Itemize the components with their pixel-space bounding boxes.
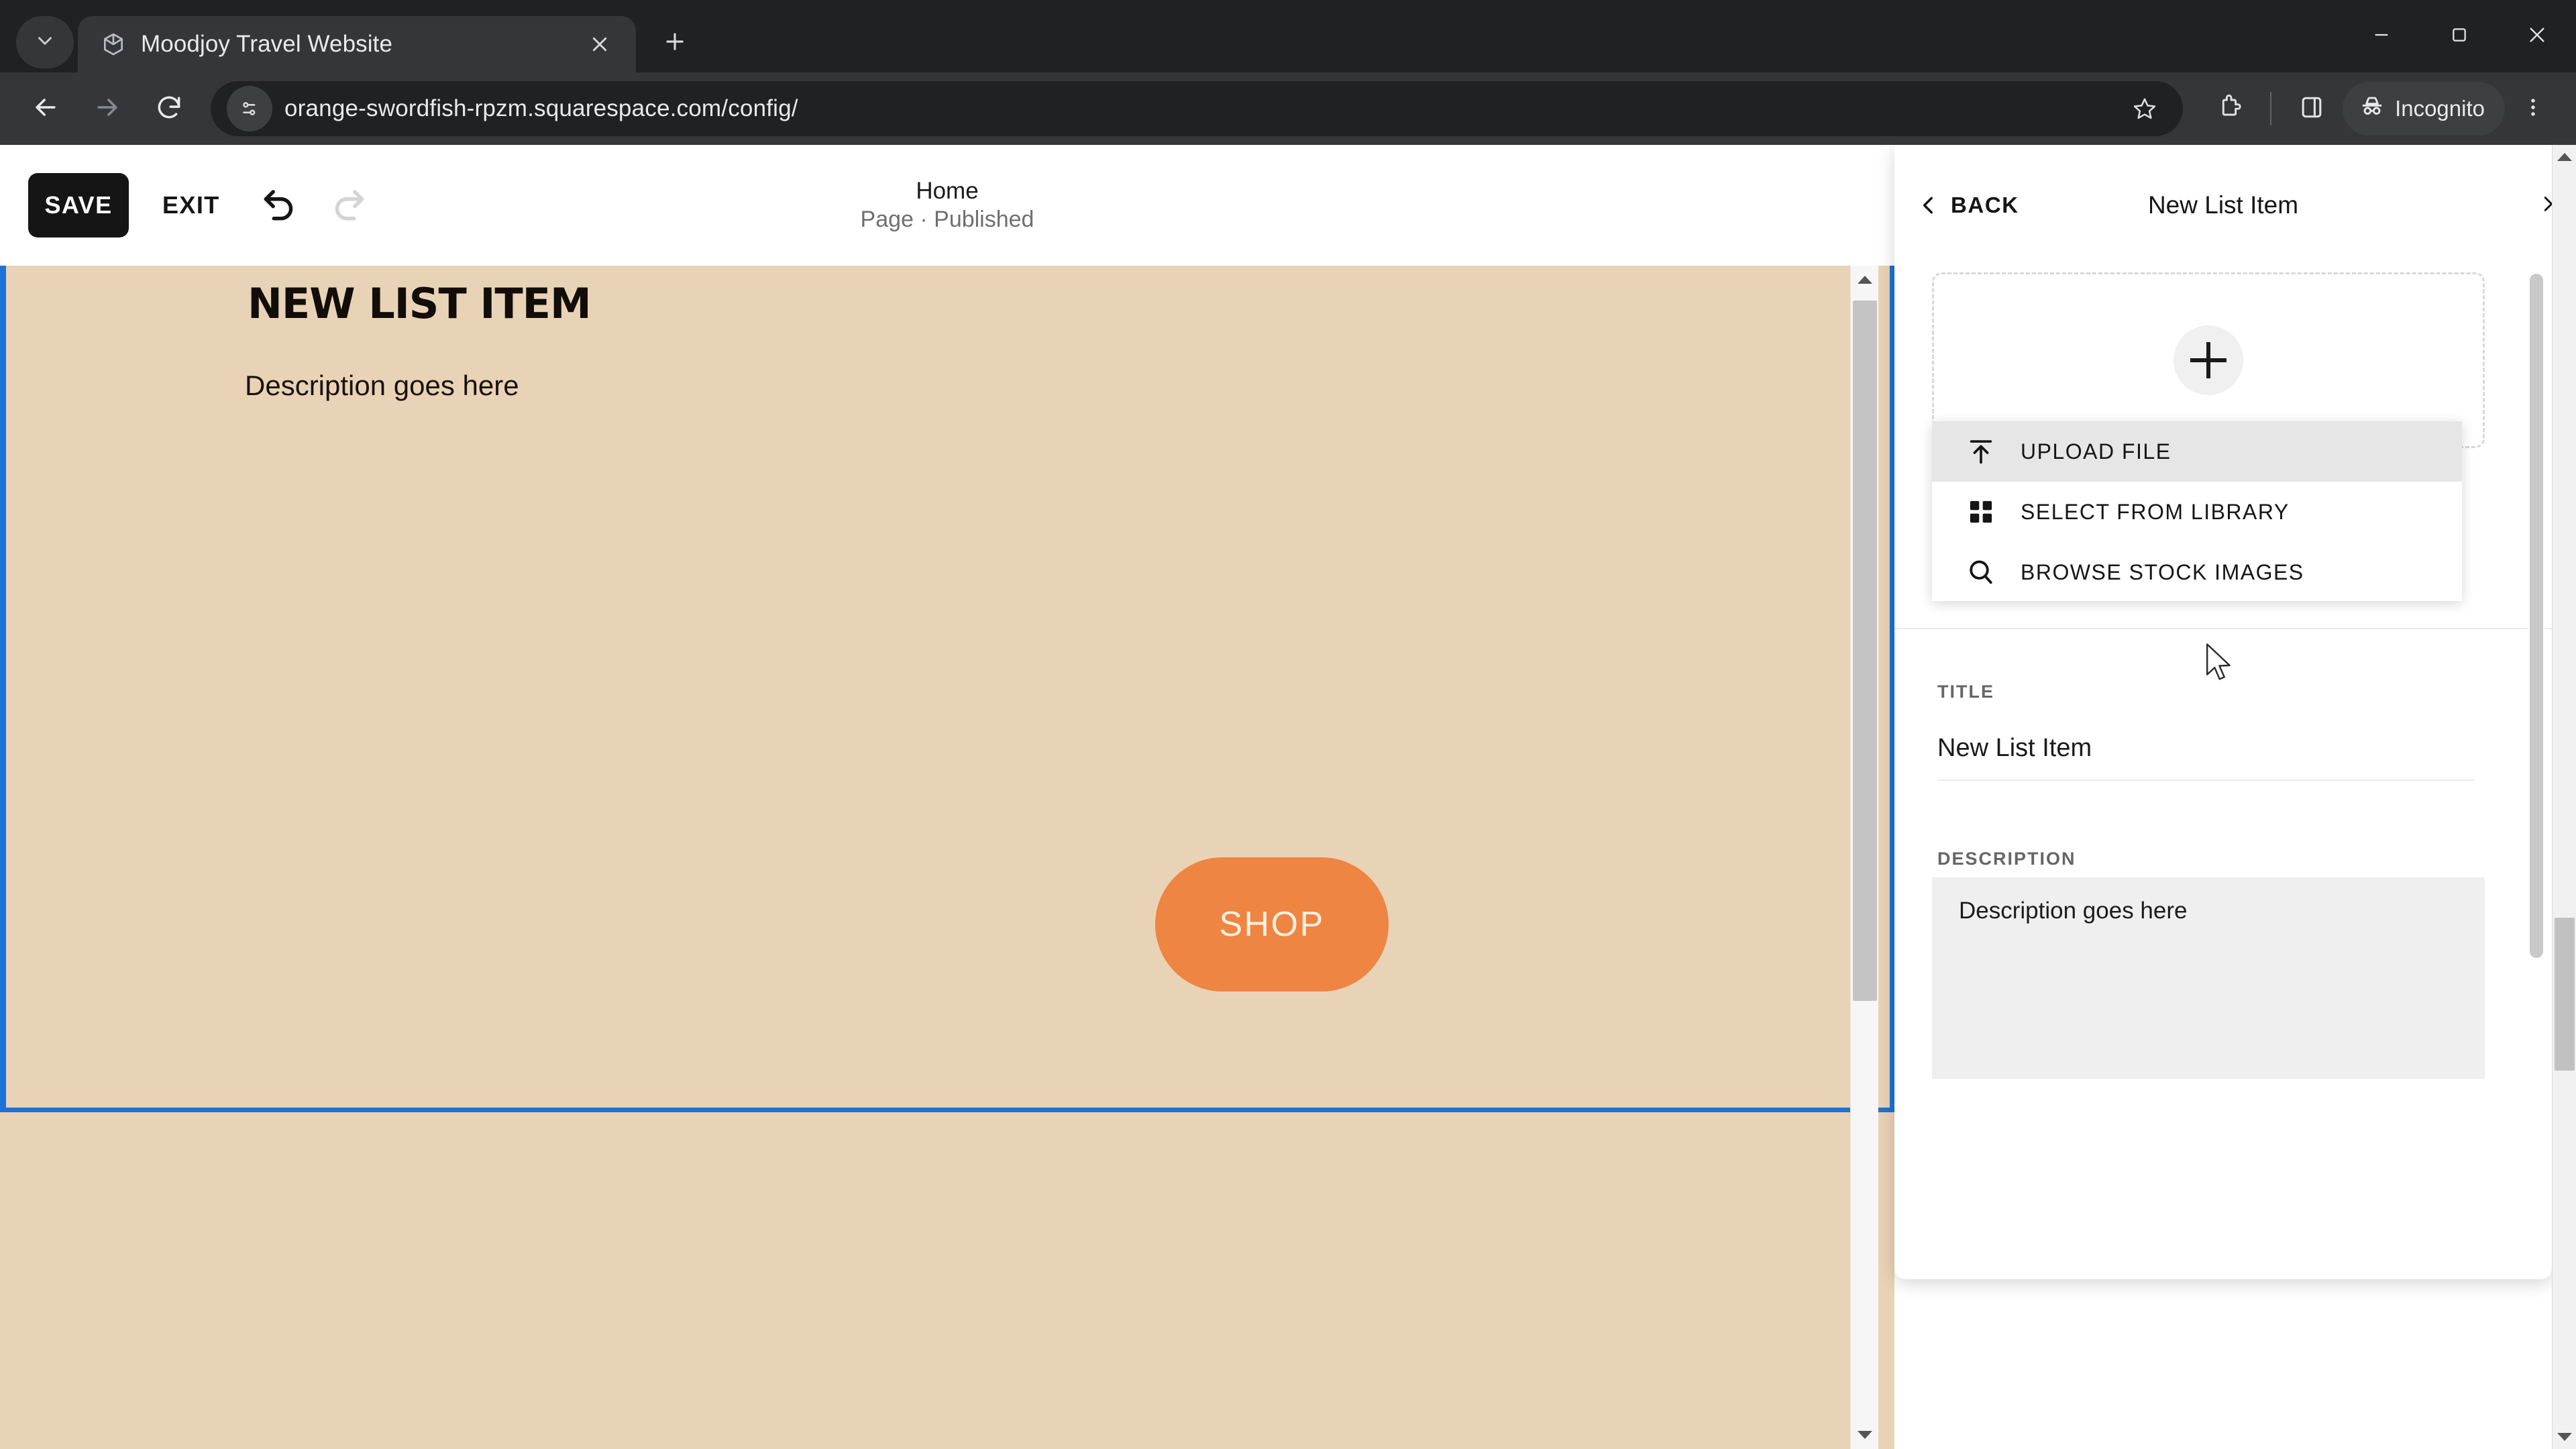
arrow-back-icon (31, 93, 60, 125)
scroll-down-arrow-icon[interactable] (2553, 1425, 2576, 1449)
chevron-left-icon (1917, 194, 1940, 217)
browser-tab[interactable]: Moodjoy Travel Website (78, 16, 636, 72)
plus-icon (662, 29, 688, 58)
redo-button[interactable] (314, 170, 384, 240)
back-button[interactable] (17, 80, 74, 137)
undo-button[interactable] (244, 170, 314, 240)
chevron-down-icon (34, 30, 56, 56)
scroll-down-arrow-icon[interactable] (1851, 1421, 1879, 1449)
site-preview-canvas[interactable]: NEW LIST ITEM Description goes here SHOP… (0, 266, 1894, 1449)
site-preview-scrollbar[interactable] (1850, 266, 1878, 1449)
shop-button[interactable]: SHOP (1155, 857, 1389, 991)
incognito-label: Incognito (2395, 96, 2485, 121)
toolbar-right-actions: Incognito (2202, 80, 2559, 137)
extensions-button[interactable] (2202, 80, 2258, 137)
panel-scrollbar[interactable] (2528, 274, 2545, 1256)
incognito-icon (2359, 93, 2385, 125)
window-close-icon (2526, 24, 2548, 49)
arrow-forward-icon (93, 93, 122, 125)
window-minimize-button[interactable] (2343, 0, 2420, 72)
incognito-indicator[interactable]: Incognito (2343, 82, 2505, 136)
browser-toolbar: orange-swordfish-rpzm.squarespace.com/co… (0, 72, 2576, 145)
url-text[interactable]: orange-swordfish-rpzm.squarespace.com/co… (284, 95, 2110, 122)
toolbar-divider (2270, 92, 2272, 125)
window-close-button[interactable] (2498, 0, 2576, 72)
tab-search-button[interactable] (16, 16, 74, 68)
browser-menu-button[interactable] (2508, 80, 2559, 137)
list-item-heading[interactable]: NEW LIST ITEM (248, 279, 592, 328)
exit-button[interactable]: EXIT (162, 191, 220, 219)
page-settings-icon[interactable] (227, 86, 272, 131)
menu-item-upload-file[interactable]: UPLOAD FILE (1932, 421, 2462, 482)
reload-icon (154, 93, 184, 125)
upload-icon (1964, 435, 1998, 468)
scroll-up-arrow-icon[interactable] (2553, 145, 2576, 169)
plus-icon[interactable] (2174, 325, 2243, 395)
menu-item-browse-stock-images[interactable]: BROWSE STOCK IMAGES (1932, 542, 2462, 602)
new-tab-button[interactable] (648, 16, 702, 70)
selection-left-edge (0, 266, 6, 1112)
save-button[interactable]: SAVE (28, 173, 129, 237)
window-controls (2343, 0, 2576, 72)
extensions-puzzle-icon (2215, 93, 2245, 125)
search-icon (1964, 555, 1998, 589)
title-input[interactable]: New List Item (1937, 716, 2474, 781)
scrollbar-thumb[interactable] (2530, 274, 2543, 958)
description-field-label: DESCRIPTION (1937, 849, 2076, 869)
back-label: BACK (1951, 192, 2019, 217)
tab-strip: Moodjoy Travel Website (0, 0, 2576, 72)
grid-library-icon (1964, 495, 1998, 529)
redo-arrow-icon (328, 183, 370, 228)
close-icon[interactable] (581, 25, 619, 63)
forward-button[interactable] (79, 80, 136, 137)
scrollbar-thumb[interactable] (1853, 301, 1877, 1001)
minimize-icon (2371, 24, 2392, 49)
page-scrollbar[interactable] (2552, 145, 2576, 1449)
list-item-description[interactable]: Description goes here (245, 370, 519, 402)
list-item-editor-panel: BACK New List Item UPLOAD FILE SELECT FR… (1894, 145, 2553, 1279)
image-source-dropdown: UPLOAD FILE SELECT FROM LIBRARY BROWSE S… (1932, 421, 2462, 601)
field-divider (1894, 628, 2552, 629)
reload-button[interactable] (141, 80, 197, 137)
scroll-up-arrow-icon[interactable] (1851, 266, 1879, 294)
side-panel-button[interactable] (2284, 80, 2340, 137)
tab-title: Moodjoy Travel Website (141, 31, 393, 57)
bookmark-star-icon[interactable] (2123, 87, 2167, 131)
menu-item-select-from-library[interactable]: SELECT FROM LIBRARY (1932, 482, 2462, 542)
panel-header: BACK New List Item (1894, 145, 2553, 266)
description-input[interactable]: Description goes here (1932, 877, 2485, 1079)
window-maximize-button[interactable] (2420, 0, 2498, 72)
maximize-icon (2449, 24, 2470, 49)
title-field-label: TITLE (1937, 682, 1994, 702)
squarespace-editor-topbar: SAVE EXIT Home Page · Published (0, 145, 1894, 266)
undo-arrow-icon (258, 183, 300, 228)
mouse-pointer-icon (2206, 643, 2235, 684)
selected-section-outline[interactable]: NEW LIST ITEM Description goes here (0, 266, 1894, 1112)
panel-body: UPLOAD FILE SELECT FROM LIBRARY BROWSE S… (1894, 266, 2552, 1279)
side-panel-icon (2297, 93, 2326, 125)
menu-item-label: BROWSE STOCK IMAGES (2021, 559, 2304, 584)
menu-item-label: UPLOAD FILE (2021, 439, 2171, 464)
three-dot-menu-icon (2522, 96, 2544, 122)
menu-item-label: SELECT FROM LIBRARY (2021, 499, 2290, 524)
address-bar[interactable]: orange-swordfish-rpzm.squarespace.com/co… (211, 81, 2184, 136)
back-button[interactable]: BACK (1917, 193, 2019, 218)
scrollbar-thumb[interactable] (2555, 918, 2575, 1071)
browser-chrome: Moodjoy Travel Website orange-swordfish-… (0, 0, 2576, 145)
cube-icon (101, 32, 126, 57)
page-viewport: SAVE EXIT Home Page · Published NEW LIST… (0, 145, 2576, 1449)
